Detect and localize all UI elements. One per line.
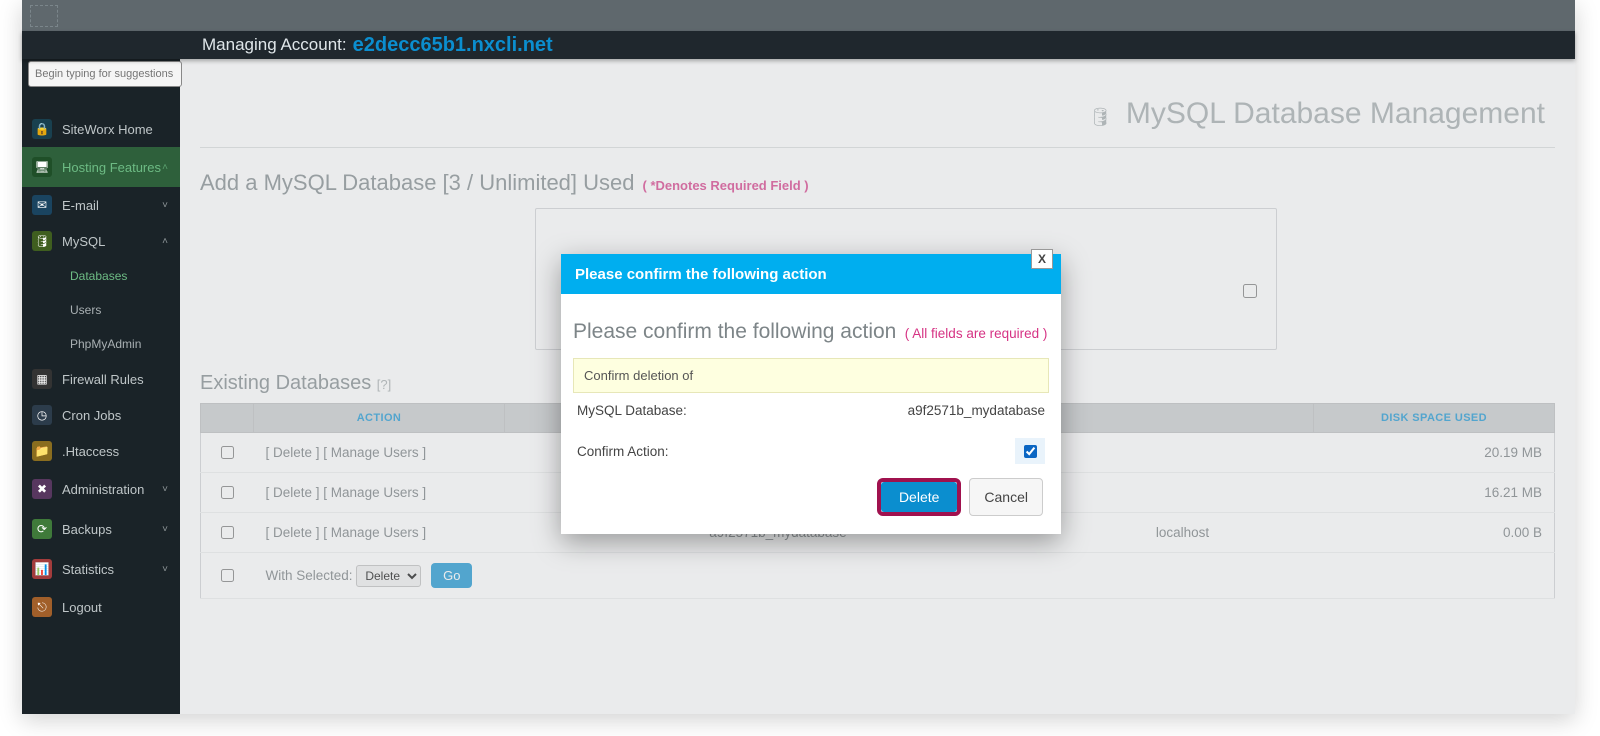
confirm-dialog: X Please confirm the following action Pl… (561, 254, 1061, 534)
logout-icon: ⎋ (32, 597, 52, 617)
manage-users-link[interactable]: [ Manage Users ] (323, 485, 426, 500)
sidebar-item-label: Cron Jobs (62, 408, 121, 423)
close-icon[interactable]: X (1031, 249, 1053, 269)
required-note: ( *Denotes Required Field ) (643, 178, 809, 193)
add-db-heading: Add a MySQL Database [3 / Unlimited] Use… (200, 170, 1555, 196)
page-title-text: MySQL Database Management (1126, 97, 1545, 130)
window-titlebar (22, 0, 1575, 31)
confirm-action-label: Confirm Action: (577, 444, 669, 459)
bulk-label: With Selected: (266, 568, 353, 583)
sidebar: Quick Search 🔒 SiteWorx Home 🖥 Hosting F… (22, 31, 180, 714)
db-disk: 16.21 MB (1314, 473, 1555, 513)
row-checkbox[interactable] (221, 486, 234, 499)
sidebar-item-statistics[interactable]: 📊 Statistics ˅ (22, 549, 180, 589)
managing-domain: e2decc65b1.nxcli.net (353, 34, 553, 57)
delete-link[interactable]: [ Delete ] (266, 485, 320, 500)
divider (200, 147, 1555, 148)
manage-users-link[interactable]: [ Manage Users ] (323, 525, 426, 540)
help-link[interactable]: [?] (377, 377, 391, 392)
cancel-button[interactable]: Cancel (969, 478, 1043, 516)
managing-label: Managing Account: (202, 35, 347, 55)
sidebar-item-label: MySQL (62, 234, 105, 249)
chevron-up-icon: ˄ (162, 236, 168, 247)
sidebar-item-cron[interactable]: ◷ Cron Jobs (22, 397, 180, 433)
manage-users-link[interactable]: [ Manage Users ] (323, 445, 426, 460)
dialog-title: Please confirm the following action (575, 266, 827, 283)
sidebar-item-hosting-features[interactable]: 🖥 Hosting Features ˄ (22, 147, 180, 187)
sidebar-item-firewall[interactable]: ▦ Firewall Rules (22, 361, 180, 397)
db-host (1051, 433, 1313, 473)
row-checkbox[interactable] (221, 446, 234, 459)
sidebar-item-mysql[interactable]: 🛢 MySQL ˄ (22, 223, 180, 259)
chevron-down-icon: ˅ (162, 524, 168, 535)
row-checkbox[interactable] (221, 526, 234, 539)
sidebar-item-backups[interactable]: ⟳ Backups ˅ (22, 509, 180, 549)
db-host: localhost (1051, 513, 1313, 553)
chevron-down-icon: ˅ (162, 564, 168, 575)
chevron-down-icon: ˅ (162, 200, 168, 211)
create-user-checkbox[interactable] (1243, 284, 1257, 298)
sidebar-item-label: Statistics (62, 562, 114, 577)
bulk-action-select[interactable]: Delete (356, 565, 421, 587)
sidebar-item-label: Hosting Features (62, 160, 161, 175)
chevron-down-icon: ˅ (162, 484, 168, 495)
sidebar-item-label: Firewall Rules (62, 372, 144, 387)
go-button[interactable]: Go (431, 563, 472, 588)
confirm-action-checkbox[interactable] (1024, 445, 1037, 458)
sidebar-sub-databases[interactable]: Databases (22, 259, 180, 293)
select-all-checkbox[interactable] (221, 569, 234, 582)
sidebar-sub-phpmyadmin[interactable]: PhpMyAdmin (22, 327, 180, 361)
dialog-titlebar: Please confirm the following action (561, 254, 1061, 294)
sidebar-item-logout[interactable]: ⎋ Logout (22, 589, 180, 625)
field-label: MySQL Database: (577, 403, 687, 418)
sidebar-item-label: .Htaccess (62, 444, 119, 459)
backup-icon: ⟳ (32, 519, 52, 539)
mail-icon: ✉ (32, 195, 52, 215)
delete-link[interactable]: [ Delete ] (266, 525, 320, 540)
sidebar-sub-users[interactable]: Users (22, 293, 180, 327)
sidebar-item-label: Logout (62, 600, 102, 615)
bulk-row: With Selected: Delete Go (201, 553, 1555, 599)
db-disk: 0.00 B (1314, 513, 1555, 553)
folder-icon: 📁 (32, 441, 52, 461)
clock-icon: ◷ (32, 405, 52, 425)
add-db-heading-text: Add a MySQL Database [3 / Unlimited] Use… (200, 170, 635, 196)
database-icon: 🛢 (32, 231, 52, 251)
delete-link[interactable]: [ Delete ] (266, 445, 320, 460)
monitor-icon: 🖥 (32, 157, 52, 177)
database-icon: 🛢 (1089, 107, 1112, 127)
sidebar-item-label: Backups (62, 522, 112, 537)
firewall-icon: ▦ (32, 369, 52, 389)
lock-icon: 🔒 (32, 119, 52, 139)
db-host (1051, 473, 1313, 513)
tools-icon: ✖ (32, 479, 52, 499)
delete-highlight: Delete (877, 478, 961, 516)
col-action: ACTION (254, 404, 505, 433)
sidebar-item-email[interactable]: ✉ E-mail ˅ (22, 187, 180, 223)
managing-account-bar: Managing Account: e2decc65b1.nxcli.net (22, 31, 1575, 59)
chevron-up-icon: ˄ (162, 162, 168, 173)
app-logo (30, 5, 58, 27)
dialog-required-note: ( All fields are required ) (905, 326, 1048, 341)
confirm-deletion-band: Confirm deletion of (573, 358, 1049, 393)
quick-search-input[interactable] (28, 61, 182, 87)
page-title: 🛢 MySQL Database Management (200, 59, 1555, 141)
sidebar-item-label: Administration (62, 482, 144, 497)
stats-icon: 📊 (32, 559, 52, 579)
field-value: a9f2571b_mydatabase (908, 403, 1045, 418)
dialog-heading: Please confirm the following action (573, 320, 896, 343)
sidebar-item-administration[interactable]: ✖ Administration ˅ (22, 469, 180, 509)
col-disk: DISK SPACE USED (1314, 404, 1555, 433)
sidebar-item-htaccess[interactable]: 📁 .Htaccess (22, 433, 180, 469)
delete-button[interactable]: Delete (881, 482, 957, 512)
sidebar-item-label: E-mail (62, 198, 99, 213)
existing-db-heading-text: Existing Databases (200, 372, 371, 394)
sidebar-item-label: SiteWorx Home (62, 122, 153, 137)
sidebar-item-siteworx-home[interactable]: 🔒 SiteWorx Home (22, 111, 180, 147)
db-disk: 20.19 MB (1314, 433, 1555, 473)
